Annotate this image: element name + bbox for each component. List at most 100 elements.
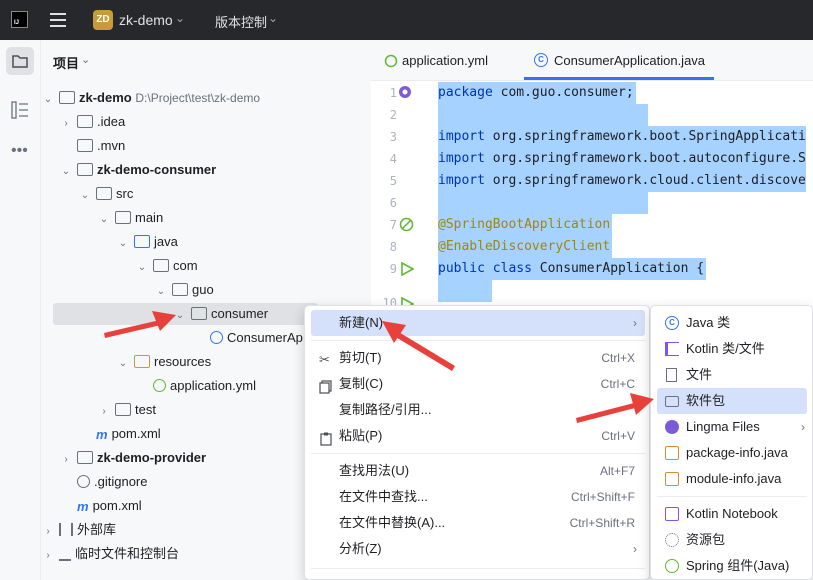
submenu-item-java-class[interactable]: C Java 类 bbox=[657, 310, 807, 336]
main-menu-icon[interactable] bbox=[50, 13, 66, 27]
tree-item-mvn[interactable]: .mvn bbox=[59, 134, 125, 158]
project-name[interactable]: zk-demo bbox=[119, 12, 173, 28]
chevron-right-icon[interactable]: › bbox=[59, 112, 73, 136]
intellij-logo-icon[interactable]: IJ bbox=[11, 11, 28, 28]
tree-item-idea[interactable]: › .idea bbox=[59, 110, 125, 134]
folder-icon bbox=[77, 115, 93, 129]
menu-item-new[interactable]: 新建(N) › bbox=[311, 310, 645, 336]
menu-item-replace-in-files[interactable]: 在文件中替换(A)... Ctrl+Shift+R bbox=[311, 510, 645, 536]
separator bbox=[657, 496, 807, 497]
java-file-icon bbox=[665, 446, 679, 460]
context-menu: 新建(N) › ✂ 剪切(T) Ctrl+X 复制(C) Ctrl+C 复制路径… bbox=[304, 305, 650, 580]
file-icon bbox=[666, 368, 677, 382]
submenu-item-spring-component[interactable]: Spring 组件(Java) bbox=[657, 553, 807, 579]
gear-icon bbox=[665, 533, 679, 547]
menu-item-analyze[interactable]: 分析(Z) › bbox=[311, 536, 645, 562]
menu-item-copy[interactable]: 复制(C) Ctrl+C bbox=[311, 371, 645, 397]
tab-application-yml[interactable]: application.yml bbox=[402, 53, 488, 68]
menu-item-find-in-files[interactable]: 在文件中查找... Ctrl+Shift+F bbox=[311, 484, 645, 510]
tree-item-zk-demo-consumer[interactable]: ⌄ zk-demo-consumer bbox=[59, 158, 216, 182]
menu-item-cut[interactable]: ✂ 剪切(T) Ctrl+X bbox=[311, 345, 645, 371]
menu-item-find-usages[interactable]: 查找用法(U) Alt+F7 bbox=[311, 458, 645, 484]
code-annotation: @SpringBootApplication bbox=[438, 217, 611, 232]
chevron-down-icon[interactable]: ⌄ bbox=[116, 352, 130, 376]
menu-item-copy-path[interactable]: 复制路径/引用... bbox=[311, 397, 645, 423]
chevron-down-icon[interactable]: ⌄ bbox=[59, 160, 73, 184]
submenu-item-package[interactable]: 软件包 bbox=[657, 388, 807, 414]
menu-item-paste[interactable]: 粘贴(P) Ctrl+V bbox=[311, 423, 645, 449]
chevron-right-icon[interactable]: › bbox=[41, 544, 55, 568]
submenu-item-module-info[interactable]: module-info.java bbox=[657, 466, 807, 492]
code-keyword: package bbox=[438, 85, 493, 100]
line-number: 2 bbox=[389, 108, 397, 122]
tree-item-pom-xml[interactable]: m pom.xml bbox=[92, 422, 161, 446]
line-number: 6 bbox=[389, 196, 397, 210]
editor-tab-bar: application.yml C ConsumerApplication.ja… bbox=[371, 40, 813, 81]
chevron-right-icon[interactable]: › bbox=[41, 520, 55, 544]
more-icon[interactable]: ••• bbox=[11, 142, 28, 160]
tree-item-zk-demo[interactable]: ⌄ zk-demo D:\Project\test\zk-demo bbox=[41, 86, 260, 110]
tree-item-com[interactable]: ⌄ com bbox=[135, 254, 198, 278]
submenu-item-kotlin-class[interactable]: Kotlin 类/文件 bbox=[657, 336, 807, 362]
tree-item-zk-demo-provider[interactable]: › zk-demo-provider bbox=[59, 446, 206, 470]
tree-item-root-pom-xml[interactable]: m pom.xml bbox=[73, 494, 142, 518]
structure-icon[interactable] bbox=[10, 100, 30, 123]
chevron-down-icon[interactable]: ⌄ bbox=[173, 304, 187, 328]
spring-bean-icon[interactable] bbox=[399, 217, 414, 235]
folder-icon bbox=[115, 211, 131, 225]
maven-icon: m bbox=[96, 426, 108, 442]
vcs-menu[interactable]: 版本控制 bbox=[215, 12, 267, 31]
lingma-icon[interactable] bbox=[398, 85, 412, 102]
submenu-item-file[interactable]: 文件 bbox=[657, 362, 807, 388]
chevron-right-icon[interactable]: › bbox=[97, 400, 111, 424]
project-badge[interactable]: ZD bbox=[93, 10, 113, 30]
chevron-down-icon[interactable]: ⌄ bbox=[97, 208, 111, 232]
code-keyword: public class bbox=[438, 261, 532, 276]
code-text: org.springframework.boot.autoconfigure.S bbox=[484, 151, 806, 166]
chevron-down-icon[interactable]: ⌄ bbox=[78, 184, 92, 208]
module-folder-icon bbox=[59, 91, 75, 105]
tree-item-src[interactable]: ⌄ src bbox=[78, 182, 134, 208]
ignore-file-icon bbox=[77, 475, 90, 489]
chevron-down-icon[interactable]: ⌄ bbox=[175, 11, 185, 25]
copy-icon bbox=[319, 377, 333, 394]
tree-item-gitignore[interactable]: .gitignore bbox=[73, 470, 147, 494]
source-folder-icon bbox=[134, 235, 150, 249]
chevron-down-icon[interactable]: ⌄ bbox=[116, 232, 130, 256]
code-keyword: import bbox=[438, 173, 485, 188]
package-icon bbox=[191, 307, 207, 321]
tab-consumer-application[interactable]: ConsumerApplication.java bbox=[554, 53, 705, 68]
tree-item-consumer[interactable]: ⌄ consumer bbox=[173, 302, 268, 326]
tree-item-scratches[interactable]: › 临时文件和控制台 bbox=[41, 542, 179, 566]
line-number: 7 bbox=[389, 218, 397, 232]
submenu-item-resource-bundle[interactable]: 资源包 bbox=[657, 527, 807, 553]
code-text: com.guo.consumer; bbox=[492, 85, 634, 100]
tree-item-application-yml[interactable]: application.yml bbox=[149, 374, 256, 398]
tree-item-external-libraries[interactable]: › 外部库 bbox=[41, 518, 116, 542]
tree-item-main[interactable]: ⌄ main bbox=[97, 206, 163, 230]
chevron-down-icon[interactable]: ⌄ bbox=[81, 53, 90, 66]
tree-item-resources[interactable]: ⌄ resources bbox=[116, 350, 211, 374]
module-folder-icon bbox=[77, 163, 93, 177]
run-icon[interactable] bbox=[400, 261, 415, 279]
code-text: ConsumerApplication { bbox=[531, 261, 705, 276]
tree-item-guo[interactable]: ⌄ guo bbox=[154, 278, 214, 302]
resources-folder-icon bbox=[134, 355, 150, 369]
chevron-down-icon[interactable]: ⌄ bbox=[268, 11, 278, 25]
line-number: 8 bbox=[389, 240, 397, 254]
maven-icon: m bbox=[77, 498, 89, 514]
tree-item-test[interactable]: › test bbox=[97, 398, 156, 422]
package-icon bbox=[153, 259, 169, 273]
project-tool-button[interactable] bbox=[6, 47, 34, 75]
chevron-down-icon[interactable]: ⌄ bbox=[41, 88, 55, 112]
tree-item-java[interactable]: ⌄ java bbox=[116, 230, 178, 254]
chevron-down-icon[interactable]: ⌄ bbox=[154, 280, 168, 304]
tree-item-consumer-application[interactable]: ConsumerAp bbox=[206, 326, 303, 350]
chevron-down-icon[interactable]: ⌄ bbox=[135, 256, 149, 280]
submenu-item-lingma-files[interactable]: Lingma Files › bbox=[657, 414, 807, 440]
submenu-item-kotlin-notebook[interactable]: Kotlin Notebook bbox=[657, 501, 807, 527]
chevron-right-icon[interactable]: › bbox=[59, 448, 73, 472]
submenu-item-package-info[interactable]: package-info.java bbox=[657, 440, 807, 466]
java-class-icon: C bbox=[665, 316, 679, 330]
panel-title[interactable]: 项目 bbox=[53, 53, 79, 72]
